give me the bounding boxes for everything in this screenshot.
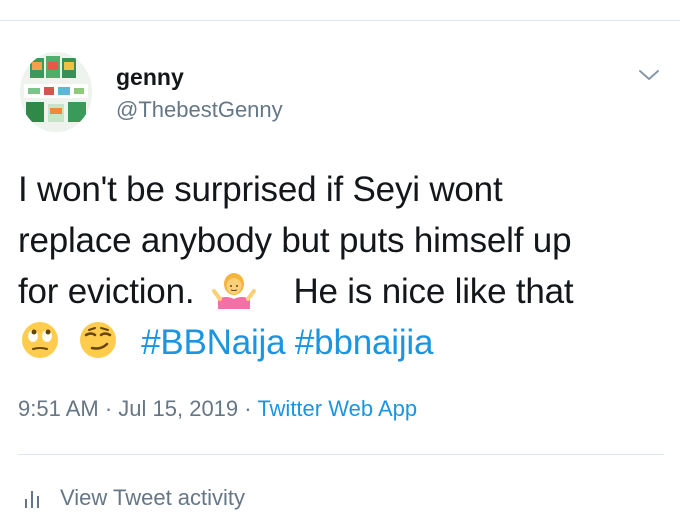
top-divider xyxy=(0,20,680,21)
hashtag-link[interactable]: #bbnaijia xyxy=(295,323,434,362)
tweet-line-3-start: for eviction. xyxy=(18,272,195,311)
view-tweet-activity-button[interactable]: View Tweet activity xyxy=(22,482,245,514)
hashtag-link[interactable]: #BBNaija xyxy=(141,323,286,362)
tweet-line-4: #BBNaija #bbnaijia xyxy=(18,317,666,368)
tweet-date[interactable]: Jul 15, 2019 xyxy=(118,396,238,421)
tweet-line-1: I won't be surprised if Seyi wont xyxy=(18,170,503,209)
display-name[interactable]: genny xyxy=(116,63,184,91)
user-handle[interactable]: @ThebestGenny xyxy=(116,96,283,124)
tweet-source-link[interactable]: Twitter Web App xyxy=(257,396,417,421)
chevron-down-icon[interactable] xyxy=(636,64,662,86)
meta-separator: · xyxy=(98,396,119,421)
tweet-detail: genny @ThebestGenny I won't be surprised… xyxy=(0,0,680,527)
tweet-line-3: for eviction. He is nice like that xyxy=(18,266,666,317)
avatar[interactable] xyxy=(20,52,92,132)
bar-chart-icon xyxy=(22,487,44,509)
tweet-line-3-end: He is nice like that xyxy=(293,272,574,311)
tweet-text: I won't be surprised if Seyi wont replac… xyxy=(18,164,666,368)
tweet-metadata: 9:51 AM · Jul 15, 2019 · Twitter Web App xyxy=(18,394,417,424)
smirking-face-emoji xyxy=(76,320,120,360)
tweet-line-2: replace anybody but puts himself up xyxy=(18,221,572,260)
tweet-time[interactable]: 9:51 AM xyxy=(18,396,99,421)
person-shrugging-emoji xyxy=(211,269,256,309)
view-tweet-activity-label: View Tweet activity xyxy=(60,485,246,510)
meta-separator: · xyxy=(238,396,258,421)
bottom-divider xyxy=(18,454,664,455)
face-with-rolling-eyes-emoji xyxy=(18,320,62,360)
